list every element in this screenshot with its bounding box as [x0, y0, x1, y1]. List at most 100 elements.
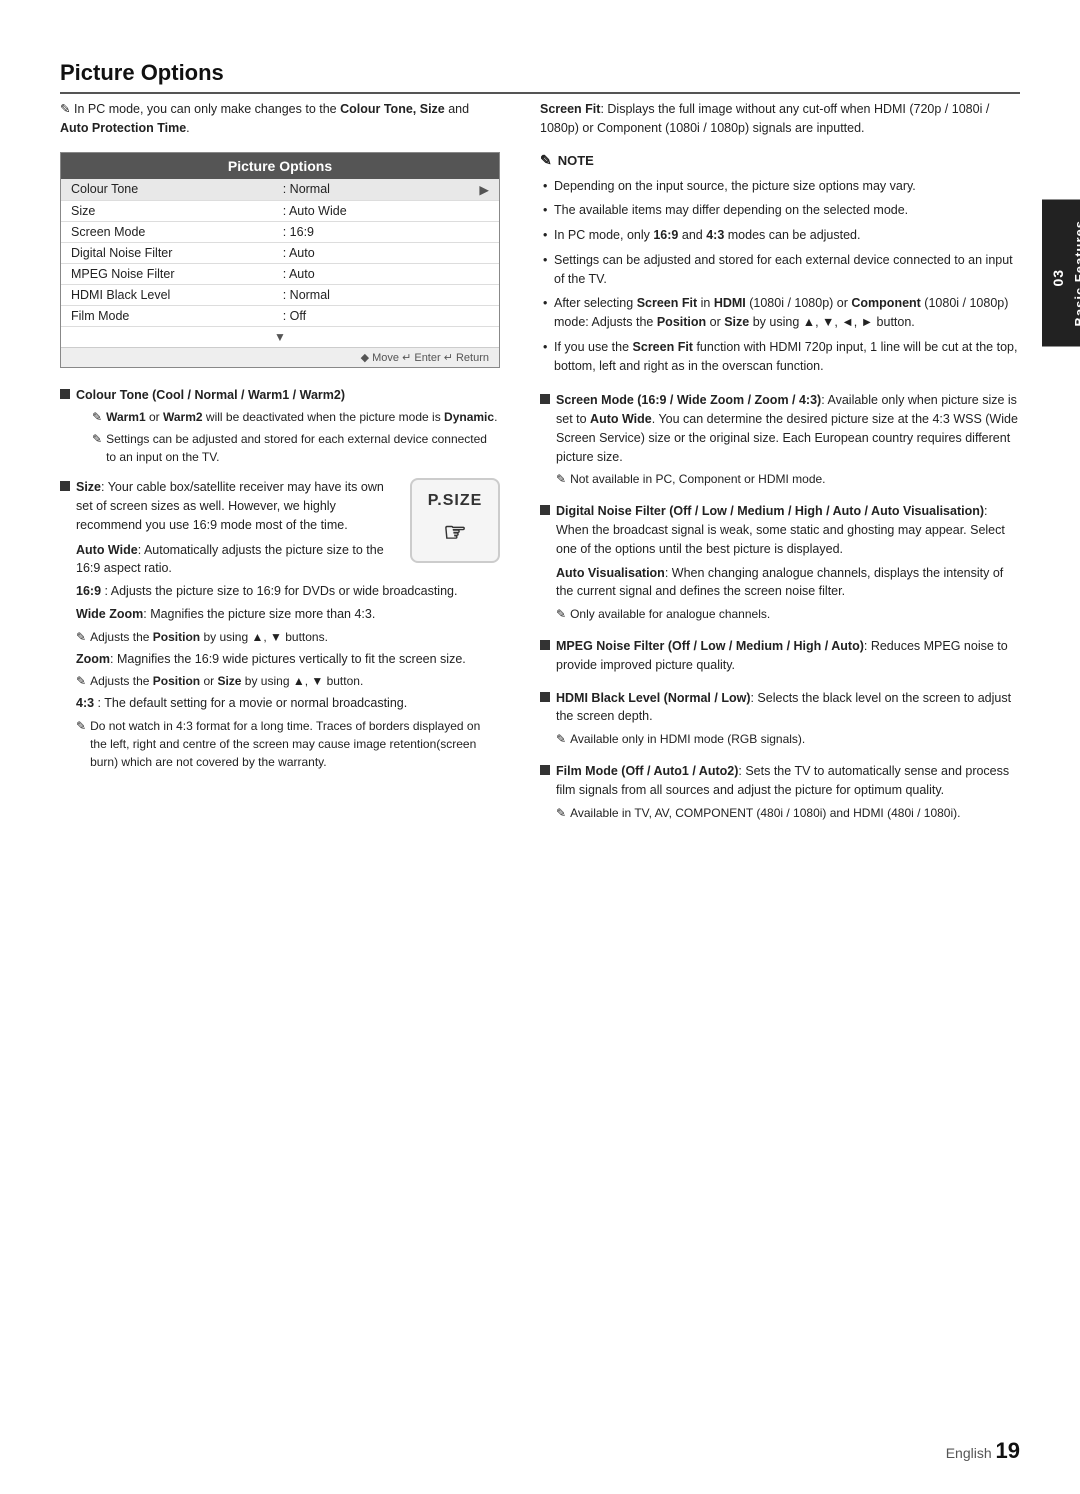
pencil-icon: ✎: [556, 730, 566, 748]
table-cell-value: : 16:9: [273, 221, 454, 242]
note-text: Warm1 or Warm2 will be deactivated when …: [106, 408, 497, 426]
list-item: Depending on the input source, the pictu…: [540, 177, 1020, 196]
table-cell-arrow: [454, 305, 499, 326]
auto-visualisation: Auto Visualisation: When changing analog…: [556, 564, 1020, 602]
table-row-down-arrow: ▼: [61, 326, 499, 347]
section-content: Screen Mode (16:9 / Wide Zoom / Zoom / 4…: [556, 391, 1020, 488]
table-cell-value: : Auto Wide: [273, 200, 454, 221]
note-text: Do not watch in 4:3 format for a long ti…: [90, 717, 500, 771]
note-title: NOTE: [558, 153, 594, 168]
note-indent: ✎ Not available in PC, Component or HDMI…: [556, 470, 1020, 488]
psize-hand-icon: ☞: [443, 513, 466, 552]
note-pencil-icon: ✎: [540, 152, 552, 169]
section-text: : Your cable box/satellite receiver may …: [76, 480, 384, 532]
pencil-icon: ✎: [556, 804, 566, 822]
table-cell-arrow: [454, 263, 499, 284]
square-bullet-icon: [60, 389, 70, 399]
bullet-item: Colour Tone (Cool / Normal / Warm1 / War…: [60, 386, 500, 467]
note-text: Only available for analogue channels.: [570, 605, 770, 623]
note-text: Available only in HDMI mode (RGB signals…: [570, 730, 805, 748]
bullet-item: MPEG Noise Filter (Off / Low / Medium / …: [540, 637, 1020, 675]
table-cell-name: MPEG Noise Filter: [61, 263, 273, 284]
pencil-icon: ✎: [76, 717, 86, 735]
footer-language: English: [946, 1445, 992, 1461]
section-size: P.SIZE ☞ Size: Your cable box/satellite …: [60, 478, 500, 771]
sub-item: Wide Zoom: Magnifies the picture size mo…: [76, 605, 500, 624]
table-row: HDMI Black Level : Normal: [61, 284, 499, 305]
table-footer: ◆ Move ↵ Enter ↵ Return: [61, 347, 499, 367]
psize-label: P.SIZE: [428, 489, 483, 513]
sidebar-tab: 03 Basic Features: [1042, 200, 1080, 347]
page-number: 19: [996, 1438, 1020, 1463]
square-bullet-icon: [540, 640, 550, 650]
section-mpeg-noise: MPEG Noise Filter (Off / Low / Medium / …: [540, 637, 1020, 675]
content-area: ✎ In PC mode, you can only make changes …: [60, 100, 1020, 836]
section-content: Size: Your cable box/satellite receiver …: [76, 478, 395, 534]
pencil-icon: ✎: [556, 470, 566, 488]
note-text: Settings can be adjusted and stored for …: [106, 430, 500, 466]
bullet-item: HDMI Black Level (Normal / Low): Selects…: [540, 689, 1020, 749]
note-indent: ✎ Settings can be adjusted and stored fo…: [92, 430, 500, 466]
section-title: Film Mode (Off / Auto1 / Auto2): [556, 764, 738, 778]
table-cell-arrow: [454, 242, 499, 263]
list-item: Settings can be adjusted and stored for …: [540, 251, 1020, 289]
list-item: In PC mode, only 16:9 and 4:3 modes can …: [540, 226, 1020, 245]
note-text: Adjusts the Position or Size by using ▲,…: [90, 672, 363, 690]
note-list: Depending on the input source, the pictu…: [540, 177, 1020, 376]
section-title: Digital Noise Filter (Off / Low / Medium…: [556, 504, 984, 518]
table-cell-name: Size: [61, 200, 273, 221]
bullet-item: Screen Mode (16:9 / Wide Zoom / Zoom / 4…: [540, 391, 1020, 488]
note-indent: ✎ Only available for analogue channels.: [556, 605, 1020, 623]
list-item: After selecting Screen Fit in HDMI (1080…: [540, 294, 1020, 332]
section-hdmi-black: HDMI Black Level (Normal / Low): Selects…: [540, 689, 1020, 749]
note-indent: ✎ Adjusts the Position or Size by using …: [76, 672, 500, 690]
note-section: ✎ NOTE Depending on the input source, th…: [540, 152, 1020, 376]
note-indent: ✎ Adjusts the Position by using ▲, ▼ but…: [76, 628, 500, 646]
screen-fit-intro: Screen Fit: Displays the full image with…: [540, 100, 1020, 138]
table-cell-arrow: [454, 221, 499, 242]
table-cell-name: Colour Tone: [61, 179, 273, 201]
table-cell-name: Film Mode: [61, 305, 273, 326]
down-arrow-cell: ▼: [61, 326, 499, 347]
square-bullet-icon: [540, 692, 550, 702]
pencil-icon: ✎: [60, 102, 70, 116]
list-item: The available items may differ depending…: [540, 201, 1020, 220]
pencil-icon: ✎: [92, 408, 102, 426]
section-title: Screen Mode (16:9 / Wide Zoom / Zoom / 4…: [556, 393, 821, 407]
note-indent: ✎ Do not watch in 4:3 format for a long …: [76, 717, 500, 771]
table-row: Digital Noise Filter : Auto: [61, 242, 499, 263]
table-cell-arrow: [454, 284, 499, 305]
table-cell-name: Screen Mode: [61, 221, 273, 242]
table-cell-value: : Normal: [273, 179, 454, 201]
section-content: Film Mode (Off / Auto1 / Auto2): Sets th…: [556, 762, 1020, 822]
intro-note: ✎ In PC mode, you can only make changes …: [60, 100, 500, 138]
square-bullet-icon: [540, 394, 550, 404]
table-cell-value: : Normal: [273, 284, 454, 305]
table-row: Colour Tone : Normal ▶: [61, 179, 499, 201]
sub-item: Zoom: Magnifies the 16:9 wide pictures v…: [76, 650, 500, 669]
page-container: 03 Basic Features Picture Options ✎ In P…: [0, 0, 1080, 1494]
sub-item: 4:3 : The default setting for a movie or…: [76, 694, 500, 713]
bullet-item: Size: Your cable box/satellite receiver …: [60, 478, 395, 534]
note-indent: ✎ Available only in HDMI mode (RGB signa…: [556, 730, 1020, 748]
note-text: Not available in PC, Component or HDMI m…: [570, 470, 825, 488]
table-row: Size : Auto Wide: [61, 200, 499, 221]
square-bullet-icon: [540, 765, 550, 775]
sub-item: 16:9 : Adjusts the picture size to 16:9 …: [76, 582, 500, 601]
list-item: If you use the Screen Fit function with …: [540, 338, 1020, 376]
note-indent: ✎ Available in TV, AV, COMPONENT (480i /…: [556, 804, 1020, 822]
chapter-number: 03: [1050, 268, 1066, 286]
table-header: Picture Options: [61, 153, 499, 179]
options-table: Colour Tone : Normal ▶ Size : Auto Wide …: [61, 179, 499, 347]
right-column: Screen Fit: Displays the full image with…: [540, 100, 1020, 836]
psize-image: P.SIZE ☞: [410, 478, 500, 563]
page-footer: English 19: [946, 1438, 1020, 1464]
note-header: ✎ NOTE: [540, 152, 1020, 169]
section-content: HDMI Black Level (Normal / Low): Selects…: [556, 689, 1020, 749]
section-film-mode: Film Mode (Off / Auto1 / Auto2): Sets th…: [540, 762, 1020, 822]
page-title: Picture Options: [60, 60, 1020, 94]
table-cell-name: HDMI Black Level: [61, 284, 273, 305]
left-column: ✎ In PC mode, you can only make changes …: [60, 100, 500, 836]
section-title: Size: [76, 480, 101, 494]
note-indent: ✎ Warm1 or Warm2 will be deactivated whe…: [92, 408, 500, 426]
